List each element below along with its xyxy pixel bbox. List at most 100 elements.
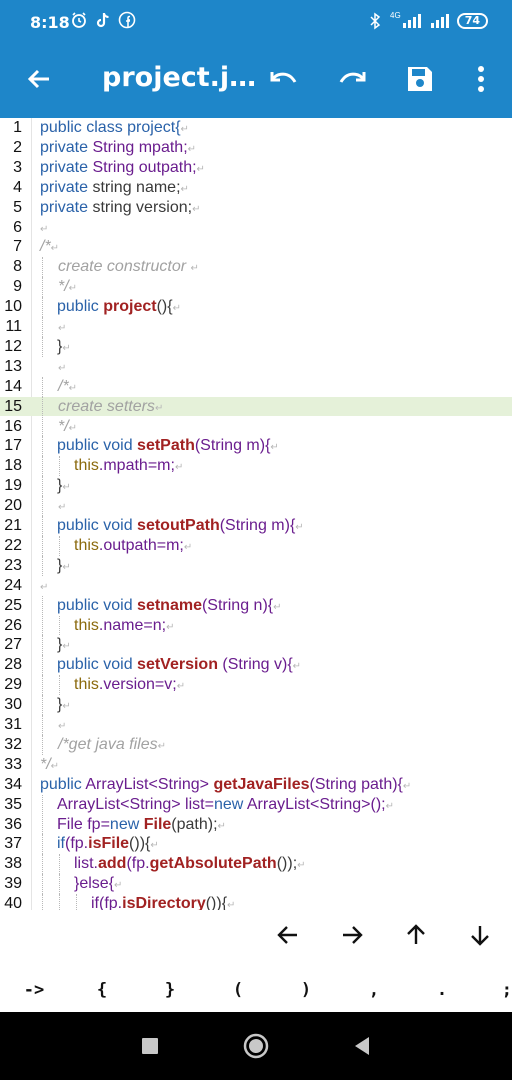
cursor-left-button[interactable] [273, 920, 303, 950]
code-text: create setters↵ [58, 397, 164, 415]
symbol-semicolon-key[interactable]: ; [476, 972, 512, 1008]
code-line-2[interactable]: 2 private String mpath;↵ [0, 138, 512, 158]
home-button[interactable] [242, 1032, 270, 1060]
code-line-40[interactable]: 40 if(fp.isDirectory()){↵ [0, 894, 512, 910]
code-line-33[interactable]: 33 */↵ [0, 755, 512, 775]
tiktok-icon [96, 13, 109, 28]
code-line-28[interactable]: 28 public void setVersion (String v){↵ [0, 655, 512, 676]
code-text: private String outpath;↵ [40, 158, 205, 176]
code-line-22[interactable]: 22 this.outpath=m;↵ [0, 535, 512, 556]
code-line-1[interactable]: 1 public class project{↵ [0, 118, 512, 138]
code-text: }↵ [57, 696, 71, 714]
down-arrow-icon [471, 926, 489, 946]
code-line-12[interactable]: 12 }↵ [0, 336, 512, 357]
symbol-arrow-key[interactable]: -> [0, 972, 68, 1008]
code-line-29[interactable]: 29 this.version=v;↵ [0, 675, 512, 696]
overflow-menu-button[interactable] [462, 60, 500, 98]
line-number: 25 [4, 596, 22, 614]
code-line-9[interactable]: 9 */↵ [0, 277, 512, 298]
code-line-25[interactable]: 25 public void setname(String n){↵ [0, 595, 512, 616]
code-text: public void setPath(String m){↵ [57, 437, 279, 455]
line-number: 32 [4, 735, 22, 753]
code-line-31[interactable]: 31 ↵ [0, 715, 512, 735]
code-text: }↵ [57, 477, 71, 495]
code-line-36[interactable]: 36 File fp=new File(path);↵ [0, 814, 512, 835]
signal-icon-2 [430, 14, 449, 28]
code-text: ↵ [58, 721, 67, 732]
cursor-right-button[interactable] [337, 920, 367, 950]
right-arrow-icon [343, 926, 363, 944]
code-text: }else{↵ [74, 875, 123, 893]
line-number: 34 [4, 775, 22, 793]
code-line-21[interactable]: 21 public void setoutPath(String m){↵ [0, 516, 512, 536]
redo-button[interactable] [333, 60, 371, 98]
cursor-down-button[interactable] [465, 920, 495, 950]
code-line-5[interactable]: 5 private string version;↵ [0, 198, 512, 218]
code-line-18[interactable]: 18 this.mpath=m;↵ [0, 456, 512, 477]
back-button[interactable] [20, 60, 58, 98]
code-line-24[interactable]: 24 ↵ [0, 576, 512, 596]
code-line-34[interactable]: 34 public ArrayList<String> getJavaFiles… [0, 775, 512, 795]
code-line-35[interactable]: 35 ArrayList<String> list=new ArrayList<… [0, 794, 512, 815]
symbol-period-key[interactable]: . [408, 972, 476, 1008]
symbol-close-paren-key[interactable]: ) [272, 972, 340, 1008]
line-number: 8 [13, 258, 22, 276]
status-notification-icons [70, 11, 136, 29]
code-line-4[interactable]: 4 private string name;↵ [0, 178, 512, 198]
code-line-26[interactable]: 26 this.name=n;↵ [0, 615, 512, 636]
line-number: 21 [4, 517, 22, 534]
code-line-6[interactable]: 6 ↵ [0, 218, 512, 238]
symbol-open-brace-key[interactable]: { [68, 972, 136, 1008]
line-number: 30 [4, 696, 22, 714]
square-icon [142, 1038, 158, 1054]
line-number: 11 [5, 318, 22, 335]
code-line-14[interactable]: 14 /*↵ [0, 376, 512, 397]
app-toolbar: project.j… [0, 40, 512, 118]
code-line-10[interactable]: 10 public project(){↵ [0, 297, 512, 317]
code-line-27[interactable]: 27 }↵ [0, 635, 512, 656]
save-button[interactable] [401, 60, 439, 98]
code-line-32[interactable]: 32 /*get java files↵ [0, 734, 512, 755]
code-text: this.outpath=m;↵ [74, 536, 193, 554]
line-number: 14 [4, 377, 22, 395]
cursor-arrow-keys [0, 920, 512, 952]
cursor-up-button[interactable] [401, 920, 431, 950]
code-line-15-current[interactable]: 15 create setters↵ [0, 396, 512, 417]
code-text: */↵ [58, 278, 78, 296]
code-line-13[interactable]: 13 ↵ [0, 357, 512, 377]
code-line-19[interactable]: 19 }↵ [0, 476, 512, 497]
line-number: 3 [13, 158, 22, 176]
status-right: 4G 74 [368, 11, 488, 30]
line-number: 26 [4, 616, 22, 634]
code-line-37[interactable]: 37 if(fp.isFile()){↵ [0, 834, 512, 855]
line-number: 38 [4, 855, 22, 873]
code-text: if(fp.isFile()){↵ [57, 835, 159, 853]
undo-button[interactable] [265, 60, 303, 98]
code-line-8[interactable]: 8 create constructor ↵ [0, 257, 512, 278]
code-line-11[interactable]: 11 ↵ [0, 317, 512, 337]
recent-apps-button[interactable] [136, 1032, 164, 1060]
code-line-17[interactable]: 17 public void setPath(String m){↵ [0, 436, 512, 457]
code-line-30[interactable]: 30 }↵ [0, 695, 512, 715]
alarm-icon [72, 12, 86, 28]
symbol-comma-key[interactable]: , [340, 972, 408, 1008]
symbol-open-paren-key[interactable]: ( [204, 972, 272, 1008]
code-line-7[interactable]: 7 /*↵ [0, 237, 512, 257]
code-line-38[interactable]: 38 list.add(fp.getAbsolutePath());↵ [0, 854, 512, 875]
symbol-close-brace-key[interactable]: } [136, 972, 204, 1008]
code-line-16[interactable]: 16 */↵ [0, 416, 512, 437]
code-line-23[interactable]: 23 }↵ [0, 555, 512, 576]
code-text: list.add(fp.getAbsolutePath());↵ [74, 855, 306, 873]
code-editor[interactable]: 1 public class project{↵ 2 private Strin… [0, 118, 512, 910]
back-arrow-icon [27, 69, 49, 89]
line-number: 29 [4, 676, 22, 694]
triangle-back-icon [355, 1037, 369, 1055]
up-arrow-icon [407, 924, 425, 944]
code-line-39[interactable]: 39 }else{↵ [0, 874, 512, 895]
line-number: 6 [13, 218, 22, 236]
code-text: if(fp.isDirectory()){↵ [91, 895, 236, 910]
more-vert-icon [478, 66, 484, 92]
back-nav-button[interactable] [348, 1032, 376, 1060]
code-line-3[interactable]: 3 private String outpath;↵ [0, 158, 512, 178]
code-line-20[interactable]: 20 ↵ [0, 496, 512, 516]
